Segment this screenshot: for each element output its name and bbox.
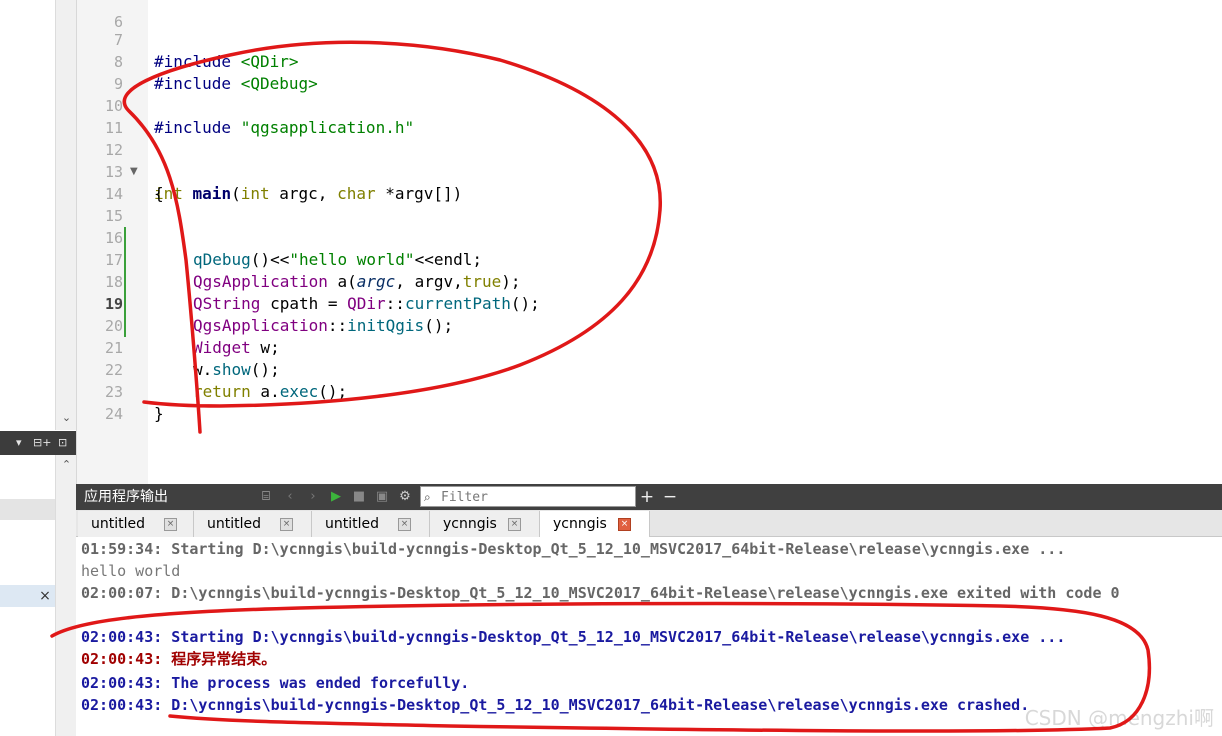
project-tree-scrollbar[interactable]: ⌄ (55, 0, 76, 430)
output-line: 02:00:43: Starting D:\ycnngis\build-ycnn… (81, 628, 1066, 646)
close-icon[interactable]: × (164, 518, 177, 531)
tab-label: ycnngis (443, 516, 497, 532)
code-line: 20 Widget w; (77, 293, 1222, 357)
next-icon[interactable]: › (304, 488, 322, 506)
run-icon[interactable]: ▶ (327, 488, 345, 506)
pane-title: 应用程序输出 (84, 489, 168, 505)
code-line: 14 (77, 161, 1222, 203)
line-number: 24 (104, 405, 123, 423)
close-panel-icon[interactable]: ⊡ (58, 435, 67, 451)
close-icon[interactable]: × (508, 518, 521, 531)
tab-output[interactable]: untitled × (312, 511, 430, 537)
tab-output[interactable]: untitled × (194, 511, 312, 537)
code-line: 11 (77, 95, 1222, 137)
split-icon[interactable]: ⊟+ (33, 435, 51, 451)
attach-icon[interactable]: ▣ (373, 488, 391, 506)
scroll-up-icon[interactable]: ⌃ (56, 455, 77, 475)
code-line: 9 (77, 51, 1222, 93)
code-editor[interactable]: 6 7 #include <QDir> 8 #include <QDebug> … (76, 0, 1222, 484)
code-line: 12 ▼ int main(int argc, char *argv[]) (77, 117, 1222, 203)
open-documents-toolbar: ▾ ⊟+ ⊡ (0, 431, 76, 455)
scroll-down-icon[interactable]: ⌄ (56, 408, 77, 428)
previous-icon[interactable]: ‹ (281, 488, 299, 506)
clean-output-icon[interactable]: ⌸ (257, 488, 275, 506)
code-line: 15 qDebug()<<"hello world"<<endl; (77, 183, 1222, 269)
close-icon[interactable]: × (280, 518, 293, 531)
tab-label: untitled (325, 516, 380, 532)
search-icon: ⌕ (424, 490, 431, 504)
chevron-down-icon[interactable]: ▾ (16, 435, 22, 451)
left-sidebar: ⌄ ▾ ⊟+ ⊡ × ⌃ (0, 0, 76, 736)
output-line: 02:00:43: The process was ended forceful… (81, 674, 470, 692)
code-line: 13 { (77, 139, 1222, 203)
code-line: 16 QgsApplication a(argc, argv,true); (77, 205, 1222, 291)
output-line: 02:00:43: 程序异常结束。 (81, 650, 277, 668)
tab-label: untitled (91, 516, 146, 532)
list-item[interactable] (0, 499, 55, 520)
application-output-header: 应用程序输出 ⌸ ‹ › ▶ ■ ▣ ⚙ ⌕ + − (76, 484, 1222, 510)
open-documents-scrollbar[interactable]: ⌃ (55, 455, 76, 736)
filter-input[interactable] (441, 488, 631, 506)
code-line: 7 #include <QDir> (77, 7, 1222, 71)
gear-icon[interactable]: ⚙ (396, 488, 414, 506)
filter-field[interactable]: ⌕ (420, 486, 636, 507)
tab-output[interactable]: untitled × (78, 511, 194, 537)
tab-output[interactable]: ycnngis × (430, 511, 540, 537)
stop-icon[interactable]: ■ (350, 488, 368, 506)
code-line: 23 } (77, 359, 1222, 423)
tab-output-active[interactable]: ycnngis × (540, 511, 650, 538)
watermark: CSDN @mengzhi啊 (1024, 706, 1214, 730)
code-line-current: 19 (77, 271, 1222, 337)
code-line: 8 #include <QDebug> (77, 29, 1222, 93)
output-line: 01:59:34: Starting D:\ycnngis\build-ycnn… (81, 540, 1066, 558)
code-line: 17 QString cpath = QDir::currentPath(); (77, 227, 1222, 313)
open-documents-panel: × ⌃ (0, 455, 76, 736)
code-text: } (154, 404, 164, 423)
project-tree-panel: ⌄ (0, 0, 76, 430)
output-line: 02:00:07: D:\ycnngis\build-ycnngis-Deskt… (81, 584, 1120, 602)
code-line: 10 #include "qgsapplication.h" (77, 73, 1222, 137)
close-icon[interactable]: × (618, 518, 631, 531)
code-line: 22 return a.exec(); (77, 337, 1222, 401)
close-icon[interactable]: × (36, 586, 54, 606)
output-line: 02:00:43: D:\ycnngis\build-ycnngis-Deskt… (81, 696, 1030, 714)
code-line: 24 (77, 381, 1222, 423)
output-tabbar: untitled × untitled × untitled × ycnngis… (76, 510, 1222, 538)
zoom-out-icon[interactable]: − (661, 488, 679, 506)
code-line: 21 w.show(); (77, 315, 1222, 379)
code-line: 18 QgsApplication::initQgis(); (77, 249, 1222, 335)
list-item-selected[interactable]: × (0, 585, 55, 607)
close-icon[interactable]: × (398, 518, 411, 531)
zoom-in-icon[interactable]: + (638, 488, 656, 506)
tab-label: ycnngis (553, 516, 607, 532)
output-line: hello world (81, 562, 181, 580)
tab-label: untitled (207, 516, 262, 532)
